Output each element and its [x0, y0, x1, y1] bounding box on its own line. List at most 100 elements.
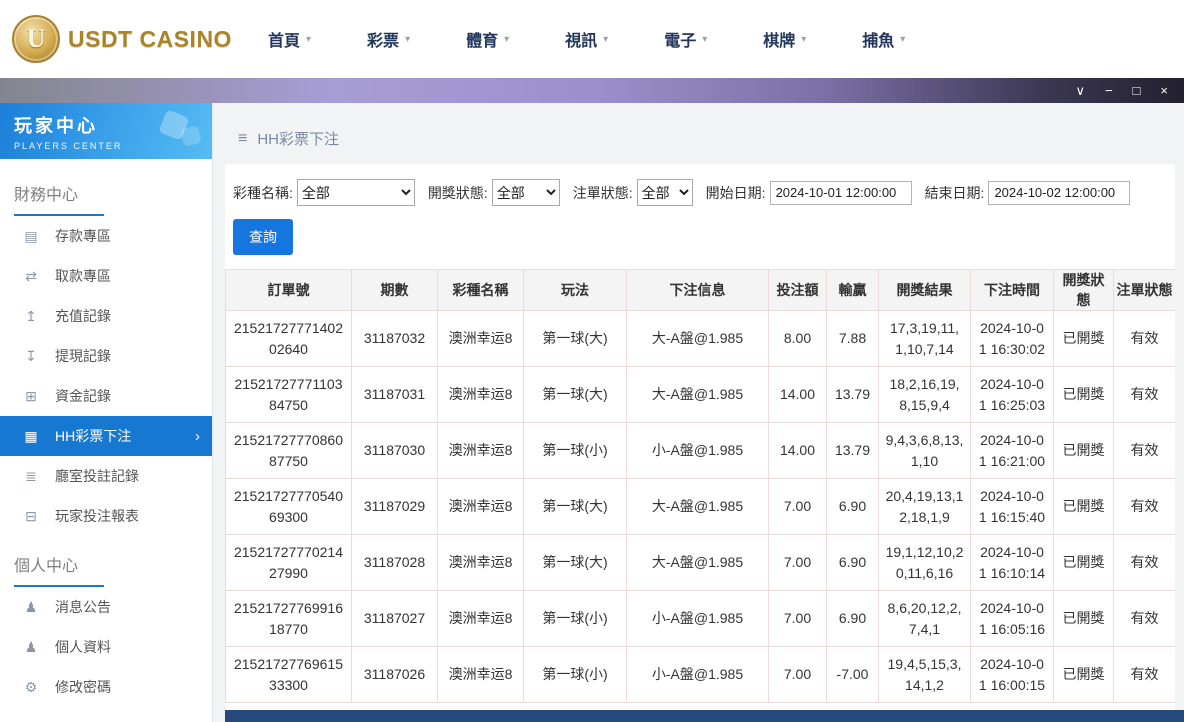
cell-period: 31187028 — [352, 535, 438, 591]
close-icon[interactable]: × — [1160, 84, 1168, 97]
cell-period: 31187030 — [352, 423, 438, 479]
sidebar-item[interactable]: ⊟玩家投注報表 — [0, 496, 212, 536]
col-header-draw-result: 開獎結果 — [879, 270, 971, 311]
cell-draw-result: 17,3,19,11,1,10,7,14 — [879, 311, 971, 367]
cell-draw-result: 19,4,5,15,3,14,1,2 — [879, 647, 971, 703]
col-header-order-no: 訂單號 — [226, 270, 352, 311]
nav-item-label: 視訊 — [565, 27, 597, 51]
lottery-name-label: 彩種名稱: — [233, 183, 293, 203]
nav-item[interactable]: 彩票▾ — [339, 0, 438, 78]
lottery-name-select[interactable]: 全部 — [297, 179, 415, 206]
cell-bet-info: 大-A盤@1.985 — [627, 367, 769, 423]
end-date-input[interactable] — [988, 181, 1130, 205]
cell-draw-result: 18,2,16,19,8,15,9,4 — [879, 367, 971, 423]
sidebar-item[interactable]: ⚙修改密碼 — [0, 667, 212, 707]
end-date-label: 結束日期: — [925, 183, 985, 203]
cell-play: 第一球(大) — [524, 479, 627, 535]
hamburger-menu-icon[interactable]: ≡ — [238, 130, 247, 148]
cell-play: 第一球(大) — [524, 311, 627, 367]
horizontal-scrollbar[interactable] — [225, 710, 1184, 722]
sidebar-item[interactable]: ↧提現記錄 — [0, 336, 212, 376]
sidebar-item-label: 消息公告 — [55, 597, 111, 617]
cell-play: 第一球(小) — [524, 591, 627, 647]
cell-order-status: 有效 — [1114, 423, 1176, 479]
order-status-select[interactable]: 全部 — [637, 179, 693, 206]
profile-icon: ♟ — [22, 639, 40, 656]
nav-item-label: 棋牌 — [763, 27, 795, 51]
bet-table: 訂單號期數彩種名稱玩法下注信息投注額輸贏開獎結果下注時間開獎狀態注單狀態 215… — [225, 269, 1175, 703]
cell-lottery-name: 澳洲幸运8 — [438, 647, 524, 703]
cell-order-no: 2152172776991618770 — [226, 591, 352, 647]
nav-item-label: 電子 — [664, 27, 696, 51]
nav-item[interactable]: 體育▾ — [438, 0, 537, 78]
table-header-row: 訂單號期數彩種名稱玩法下注信息投注額輸贏開獎結果下注時間開獎狀態注單狀態 — [226, 270, 1176, 311]
col-header-bet-amount: 投注額 — [769, 270, 827, 311]
cell-order-no: 2152172777110384750 — [226, 367, 352, 423]
cell-play: 第一球(小) — [524, 423, 627, 479]
table-row: 215217277711038475031187031澳洲幸运8第一球(大)大-… — [226, 367, 1176, 423]
cell-draw-result: 20,4,19,13,12,18,1,9 — [879, 479, 971, 535]
nav-item[interactable]: 捕魚▾ — [834, 0, 933, 78]
cell-bet-amount: 7.00 — [769, 535, 827, 591]
chevron-down-icon: ▾ — [801, 34, 806, 45]
sidebar-item[interactable]: ▤存款專區 — [0, 216, 212, 256]
window-titlebar: ∨ − □ × — [0, 78, 1184, 103]
cell-order-no: 2152172777086087750 — [226, 423, 352, 479]
cell-lottery-name: 澳洲幸运8 — [438, 367, 524, 423]
nav-item[interactable]: 電子▾ — [636, 0, 735, 78]
table-row: 215217277705406930031187029澳洲幸运8第一球(大)大-… — [226, 479, 1176, 535]
cell-period: 31187032 — [352, 311, 438, 367]
funds-record-icon: ⊞ — [22, 388, 40, 405]
col-header-win-loss: 輸贏 — [827, 270, 879, 311]
cell-lottery-name: 澳洲幸运8 — [438, 535, 524, 591]
sidebar-item-label: HH彩票下注 — [55, 426, 131, 446]
col-header-play: 玩法 — [524, 270, 627, 311]
sidebar-item-label: 充值記錄 — [55, 306, 111, 326]
table-row: 215217277696153330031187026澳洲幸运8第一球(小)小-… — [226, 647, 1176, 703]
sidebar-item[interactable]: ↥ 充值記錄 — [0, 296, 212, 336]
nav-item[interactable]: 首頁▾ — [240, 0, 339, 78]
lottery-bet-icon: ▦ — [22, 428, 40, 445]
cell-order-status: 有效 — [1114, 479, 1176, 535]
sidebar-item[interactable]: ▦ HH彩票下注 › — [0, 416, 212, 456]
recharge-record-icon: ↥ — [22, 308, 40, 325]
cell-draw-status: 已開獎 — [1054, 479, 1114, 535]
cell-draw-status: 已開獎 — [1054, 591, 1114, 647]
nav-item-label: 體育 — [466, 27, 498, 51]
cell-win-loss: 6.90 — [827, 479, 879, 535]
col-header-bet-time: 下注時間 — [971, 270, 1054, 311]
deposit-icon: ▤ — [22, 228, 40, 245]
cell-bet-amount: 7.00 — [769, 479, 827, 535]
sidebar-item[interactable]: ♟個人資料 — [0, 627, 212, 667]
draw-status-select[interactable]: 全部 — [492, 179, 560, 206]
draw-status-label: 開獎狀態: — [428, 183, 488, 203]
nav-item[interactable]: 棋牌 ▾ — [735, 0, 834, 78]
cell-play: 第一球(大) — [524, 535, 627, 591]
sidebar-item[interactable]: ⇄取款專區 — [0, 256, 212, 296]
logo[interactable]: U USDT CASINO — [12, 15, 240, 63]
cell-draw-result: 8,6,20,12,2,7,4,1 — [879, 591, 971, 647]
logo-emblem-icon: U — [12, 15, 60, 63]
cell-order-status: 有效 — [1114, 647, 1176, 703]
query-button[interactable]: 查詢 — [233, 219, 293, 255]
col-header-lottery-name: 彩種名稱 — [438, 270, 524, 311]
cell-bet-amount: 7.00 — [769, 647, 827, 703]
cell-bet-info: 大-A盤@1.985 — [627, 479, 769, 535]
chevron-right-icon: › — [195, 428, 200, 445]
sidebar-item[interactable]: ⊞資金記錄 — [0, 376, 212, 416]
sidebar-item[interactable]: ♟消息公告 — [0, 587, 212, 627]
nav-item[interactable]: 視訊▾ — [537, 0, 636, 78]
minimize-icon[interactable]: − — [1105, 84, 1113, 97]
cell-draw-result: 9,4,3,6,8,13,1,10 — [879, 423, 971, 479]
cell-period: 31187031 — [352, 367, 438, 423]
sidebar-item[interactable]: ≣廳室投註記錄 — [0, 456, 212, 496]
start-date-input[interactable] — [770, 181, 912, 205]
cell-bet-amount: 14.00 — [769, 423, 827, 479]
collapse-icon[interactable]: ∨ — [1075, 84, 1085, 97]
button-row: 查詢 — [225, 206, 1175, 255]
cell-order-status: 有效 — [1114, 591, 1176, 647]
cell-draw-status: 已開獎 — [1054, 535, 1114, 591]
maximize-icon[interactable]: □ — [1133, 84, 1141, 97]
cell-bet-amount: 14.00 — [769, 367, 827, 423]
cell-bet-time: 2024-10-01 16:25:03 — [971, 367, 1054, 423]
